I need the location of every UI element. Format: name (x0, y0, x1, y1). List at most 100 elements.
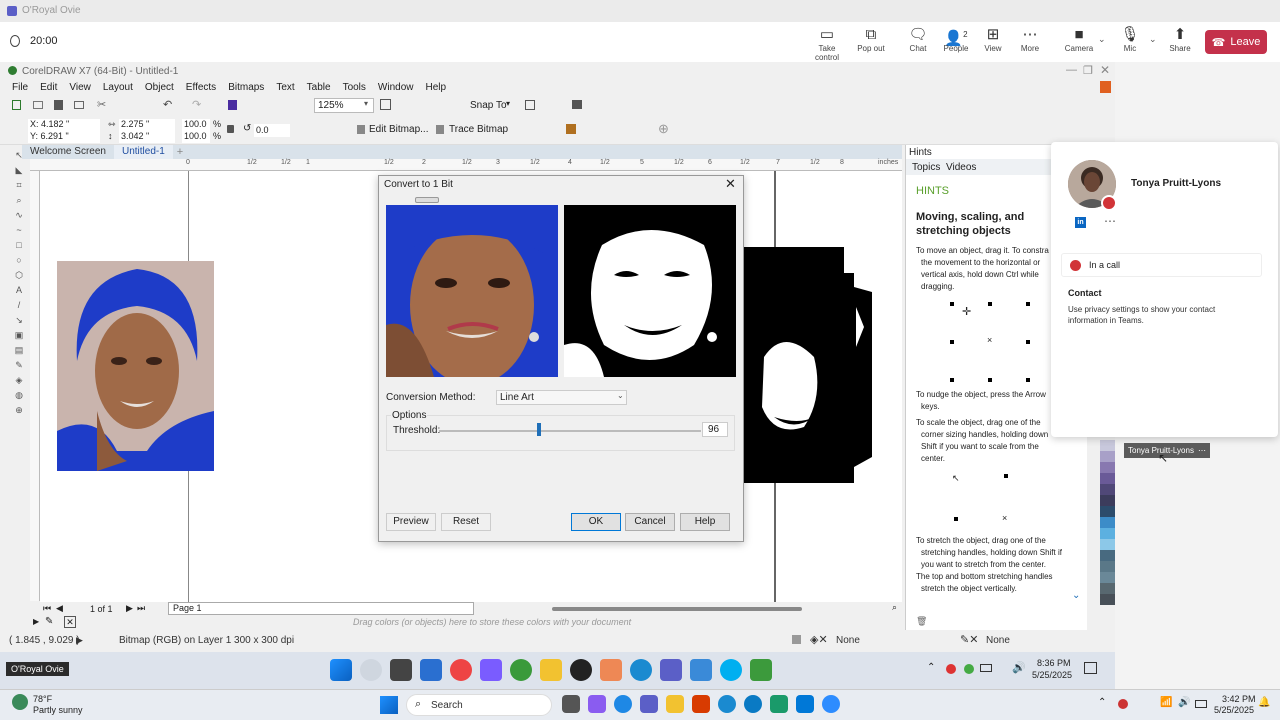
tray-app-icon[interactable] (946, 664, 956, 674)
ok-button[interactable]: OK (571, 513, 621, 531)
y-position-field[interactable]: Y: 6.291 " (28, 131, 100, 143)
file-explorer-icon[interactable] (666, 695, 684, 713)
height-field[interactable]: 3.042 " (119, 131, 175, 143)
transparency-icon[interactable]: ▤ (12, 345, 26, 355)
last-page-icon[interactable]: ⏭ (137, 603, 145, 614)
converted-bitmap-preview[interactable] (744, 247, 872, 483)
volume-icon[interactable]: 🔊 (1178, 697, 1190, 708)
eyedropper-icon[interactable]: ✎ (12, 360, 26, 370)
width-field[interactable]: 2.275 " (119, 119, 175, 131)
battery-icon[interactable] (980, 664, 992, 672)
prev-page-icon[interactable]: ◀ (56, 603, 63, 614)
tray-app-icon[interactable] (964, 664, 974, 674)
original-preview-pane[interactable] (386, 205, 558, 377)
wifi-icon[interactable]: 📶 (1160, 697, 1172, 708)
calendar-icon[interactable] (600, 659, 622, 681)
teams-icon[interactable] (660, 659, 682, 681)
battery-icon[interactable] (1195, 700, 1207, 708)
threshold-slider[interactable] (439, 423, 701, 436)
copilot-icon[interactable] (588, 695, 606, 713)
take-control-button[interactable]: ▭ Take control (806, 26, 848, 62)
tab-videos[interactable]: Videos (946, 162, 976, 173)
browser-icon[interactable] (744, 695, 762, 713)
new-tab-icon[interactable]: + (177, 146, 183, 158)
threshold-value-field[interactable]: 96 (702, 422, 728, 437)
restore-icon[interactable]: ❐ (1083, 64, 1093, 77)
coreldraw-icon[interactable] (750, 659, 772, 681)
menu-tools[interactable]: Tools (343, 82, 366, 93)
connector-tool-icon[interactable]: ↘ (12, 315, 26, 325)
help-button[interactable]: Help (680, 513, 730, 531)
menu-table[interactable]: Table (307, 82, 331, 93)
camera-options-chevron-icon[interactable]: ⌄ (1098, 34, 1106, 45)
menu-view[interactable]: View (69, 82, 91, 93)
angle-field[interactable]: 0.0 (254, 124, 290, 137)
people-button[interactable]: 👤2 People (936, 26, 976, 53)
color-swatch[interactable] (1100, 539, 1115, 550)
page-tab[interactable]: Page 1 (168, 602, 474, 615)
mic-options-chevron-icon[interactable]: ⌄ (1149, 34, 1157, 45)
scale-x-field[interactable]: 100.0 (182, 119, 210, 131)
trace-bitmap-button[interactable]: Trace Bitmap (449, 124, 508, 135)
color-swatch[interactable] (1100, 550, 1115, 561)
interactive-fill-icon[interactable]: ◈ (12, 375, 26, 385)
slider-thumb[interactable] (536, 423, 541, 436)
crop-tool-icon[interactable]: ⌗ (12, 180, 26, 190)
tray-chevron-up-icon[interactable]: ⌃ (1098, 697, 1106, 708)
snap-to-button[interactable]: Snap To (470, 100, 507, 111)
delete-icon[interactable]: 🗑 (916, 616, 927, 627)
color-swatch[interactable] (1100, 440, 1115, 451)
notepad-icon[interactable] (690, 659, 712, 681)
menu-bitmaps[interactable]: Bitmaps (228, 82, 264, 93)
mic-button[interactable]: 🎙 Mic (1110, 26, 1150, 53)
volume-icon[interactable]: 🔊 (1012, 661, 1026, 674)
snipping-icon[interactable] (796, 695, 814, 713)
new-icon[interactable] (12, 100, 21, 110)
ai-app-icon[interactable] (480, 659, 502, 681)
crop-icon[interactable] (566, 124, 576, 134)
conversion-method-select[interactable]: Line Art (496, 390, 627, 405)
undo-icon[interactable]: ↶ (163, 98, 172, 111)
lock-ratio-icon[interactable] (227, 125, 234, 133)
color-swatch[interactable] (1100, 583, 1115, 594)
menu-help[interactable]: Help (426, 82, 447, 93)
camera-button[interactable]: ■ Camera (1059, 26, 1099, 53)
redo-icon[interactable]: ↷ (192, 98, 201, 111)
x-position-field[interactable]: X: 4.182 " (28, 119, 100, 131)
teams-icon[interactable] (640, 695, 658, 713)
preview-toggle-handle[interactable] (415, 197, 439, 203)
chrome-alt-icon[interactable] (510, 659, 532, 681)
rectangle-tool-icon[interactable]: □ (12, 240, 26, 250)
drop-shadow-icon[interactable]: ▣ (12, 330, 26, 340)
linkedin-icon[interactable]: in (1075, 217, 1086, 228)
add-icon[interactable]: ⊕ (658, 121, 669, 137)
menu-file[interactable]: File (12, 82, 28, 93)
scroll-down-chevron-icon[interactable]: ⌄ (1072, 590, 1080, 601)
menu-edit[interactable]: Edit (40, 82, 57, 93)
original-photo[interactable] (57, 261, 214, 471)
preview-button[interactable]: Preview (386, 513, 436, 531)
chat-button[interactable]: 🗨 Chat (898, 26, 938, 53)
artistic-media-icon[interactable]: ~ (12, 225, 26, 235)
zoom-icon[interactable] (822, 695, 840, 713)
shape-tool-icon[interactable]: ◣ (12, 165, 26, 175)
launch-icon[interactable] (572, 100, 582, 109)
edge-icon[interactable] (630, 659, 652, 681)
office-icon[interactable] (692, 695, 710, 713)
dialog-close-icon[interactable]: ✕ (725, 176, 736, 192)
tray-app-icon[interactable] (1118, 699, 1128, 709)
open-icon[interactable] (33, 101, 43, 109)
tab-topics[interactable]: Topics (912, 162, 940, 173)
zoom-tool-icon[interactable]: ⌕ (892, 602, 897, 613)
polygon-tool-icon[interactable]: ⬡ (12, 270, 26, 280)
converted-preview-pane[interactable] (564, 205, 736, 377)
next-page-icon[interactable]: ▶ (126, 603, 133, 614)
notification-icon[interactable]: 🔔 (1258, 697, 1270, 708)
task-view-icon[interactable] (562, 695, 580, 713)
widgets-icon[interactable] (420, 659, 442, 681)
color-swatch[interactable] (1100, 528, 1115, 539)
close-icon[interactable]: ✕ (1100, 63, 1110, 77)
menu-object[interactable]: Object (145, 82, 174, 93)
color-swatch[interactable] (1100, 473, 1115, 484)
menu-window[interactable]: Window (378, 82, 414, 93)
